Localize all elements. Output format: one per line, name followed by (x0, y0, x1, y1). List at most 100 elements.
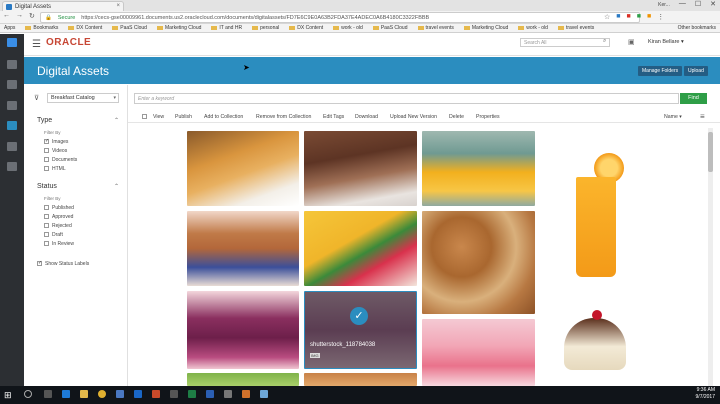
other-bookmarks[interactable]: Other bookmarks (673, 25, 716, 31)
asset-tile[interactable] (540, 131, 653, 283)
digital-assets-icon[interactable] (7, 121, 17, 130)
checkbox[interactable] (44, 241, 49, 246)
word-icon[interactable] (206, 390, 214, 398)
bookmark-item[interactable]: personal (252, 25, 279, 32)
bookmark-item[interactable]: Bookmarks (25, 25, 58, 32)
type-section-title[interactable]: Type (37, 117, 52, 124)
checkbox-videos[interactable]: Videos (44, 146, 77, 155)
download-action[interactable]: Download (355, 114, 378, 120)
search-icon[interactable] (24, 390, 32, 398)
checkbox-documents[interactable]: Documents (44, 155, 77, 164)
collapse-icon[interactable]: ⌃ (114, 117, 119, 124)
checkbox[interactable] (37, 260, 42, 266)
app-icon[interactable] (224, 390, 232, 398)
asset-tile[interactable] (422, 319, 535, 386)
excel-icon[interactable] (188, 390, 196, 398)
checkbox-in-review[interactable]: In Review (44, 239, 74, 248)
app-icon[interactable] (260, 390, 268, 398)
asset-tile[interactable] (187, 291, 299, 369)
asset-tile[interactable] (304, 131, 417, 206)
user-badge[interactable]: Ker... (658, 0, 670, 10)
file-explorer-icon[interactable] (80, 390, 88, 398)
bookmark-item[interactable]: work - old (518, 25, 548, 32)
bookmark-item[interactable]: Marketing Cloud (464, 25, 508, 32)
find-button[interactable]: Find (680, 93, 707, 104)
maximize-icon[interactable]: ☐ (695, 0, 701, 10)
windows-start-icon[interactable]: ⊞ (4, 390, 12, 401)
remove-from-collection-action[interactable]: Remove from Collection (256, 114, 311, 120)
chat-icon[interactable]: ▣ (628, 38, 635, 46)
sites-icon[interactable] (7, 142, 17, 151)
browser-tab[interactable]: Digital Assets × (2, 1, 124, 11)
home-icon[interactable] (7, 38, 17, 47)
conversations-icon[interactable] (7, 80, 17, 89)
publish-action[interactable]: Publish (175, 114, 192, 120)
view-action[interactable]: View (153, 114, 164, 120)
checkbox[interactable] (44, 166, 49, 171)
app-icon[interactable] (170, 390, 178, 398)
bookmark-item[interactable]: DX Content (68, 25, 102, 32)
keyword-search-input[interactable]: Enter a keyword (134, 93, 679, 104)
checkbox[interactable] (44, 148, 49, 153)
checkbox[interactable] (44, 138, 49, 144)
checkbox-images[interactable]: Images (44, 137, 77, 146)
bookmark-item[interactable]: Marketing Cloud (157, 25, 201, 32)
bookmark-item[interactable]: travel events (558, 25, 594, 32)
catalog-select[interactable]: Breakfast Catalog ▾ (47, 93, 119, 103)
user-menu[interactable]: Kiran Bellare ▾ (648, 39, 684, 45)
people-icon[interactable] (7, 101, 17, 110)
show-status-labels[interactable]: Show Status Labels (37, 259, 89, 268)
manage-folders-button[interactable]: Manage Folders (638, 66, 683, 76)
sort-select[interactable]: Name ▾ (664, 114, 682, 120)
checkbox-draft[interactable]: Draft (44, 230, 74, 239)
asset-tile[interactable] (304, 211, 417, 286)
checkbox[interactable] (44, 232, 49, 237)
extension-icon[interactable]: ■ (616, 13, 620, 21)
checkbox-rejected[interactable]: Rejected (44, 221, 74, 230)
upload-button[interactable]: Upload (684, 66, 708, 76)
asset-tile-selected[interactable]: ✓ shutterstock_118784038 IMG (304, 291, 417, 369)
asset-tile[interactable] (304, 373, 417, 386)
search-icon[interactable]: ⌕ (603, 38, 606, 45)
checkbox[interactable] (44, 214, 49, 219)
checkbox[interactable] (44, 205, 49, 210)
properties-action[interactable]: Properties (476, 114, 500, 120)
system-clock[interactable]: 9:36 AM 9/7/2017 (696, 387, 715, 401)
bookmark-apps[interactable]: Apps (4, 25, 15, 32)
back-icon[interactable]: ← (3, 12, 10, 20)
outlook-icon[interactable] (134, 390, 142, 398)
edge-icon[interactable] (62, 390, 70, 398)
bookmark-item[interactable]: travel events (418, 25, 454, 32)
asset-tile[interactable] (187, 131, 299, 206)
url-field[interactable]: 🔒 Secure https://cecs-gse00009961.document… (40, 12, 640, 23)
tab-close-icon[interactable]: × (116, 3, 120, 9)
star-icon[interactable]: ☆ (604, 13, 610, 21)
minimize-icon[interactable]: — (679, 0, 686, 10)
asset-tile[interactable] (422, 131, 535, 206)
upload-new-version-action[interactable]: Upload New Version (390, 114, 437, 120)
forward-icon[interactable]: → (16, 12, 23, 20)
bookmark-item[interactable]: PaaS Cloud (112, 25, 147, 32)
content-icon[interactable] (7, 162, 17, 171)
scrollbar[interactable] (708, 128, 713, 386)
asset-tile[interactable] (422, 211, 535, 314)
bookmark-item[interactable]: work - old (333, 25, 363, 32)
extension-icon[interactable]: ■ (647, 13, 651, 21)
app-icon[interactable] (242, 390, 250, 398)
asset-tile[interactable] (540, 288, 653, 380)
bookmark-item[interactable]: DX Content (289, 25, 323, 32)
checkbox[interactable] (44, 223, 49, 228)
menu-icon[interactable]: ⋮ (657, 13, 664, 21)
app-icon[interactable] (152, 390, 160, 398)
edit-tags-action[interactable]: Edit Tags (323, 114, 344, 120)
global-search-input[interactable]: Search All (520, 38, 610, 47)
app-icon[interactable] (116, 390, 124, 398)
bookmark-item[interactable]: PaaS Cloud (373, 25, 408, 32)
checkbox-published[interactable]: Published (44, 203, 74, 212)
extension-icon[interactable]: ■ (637, 13, 641, 21)
add-to-collection-action[interactable]: Add to Collection (204, 114, 243, 120)
view-options-icon[interactable]: ≡ (700, 112, 705, 121)
chrome-icon[interactable] (98, 390, 106, 398)
collapse-icon[interactable]: ⌃ (114, 183, 119, 190)
status-section-title[interactable]: Status (37, 183, 57, 190)
